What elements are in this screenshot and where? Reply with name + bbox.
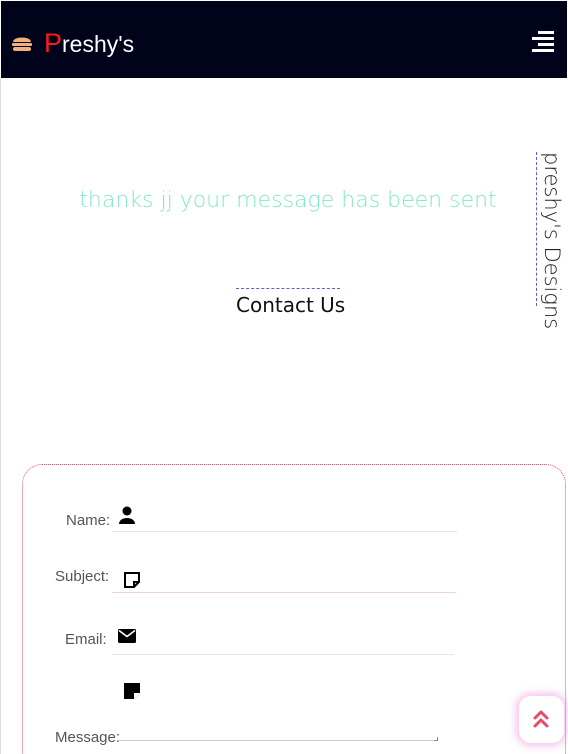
success-message: thanks jj your message has been sent [79,188,497,213]
hamburger-menu-icon[interactable] [532,31,554,52]
note-icon [124,572,140,588]
name-input[interactable] [112,531,457,532]
message-label: Message: [55,729,121,746]
envelope-icon [118,629,136,643]
brand-name: reshy's [62,31,135,57]
top-navbar: Preshy's [0,0,568,79]
brand-initial: P [44,28,63,58]
subject-label: Subject: [55,568,110,585]
scroll-to-top-button[interactable] [519,696,564,743]
sticky-note-icon [124,683,140,699]
burger-icon [12,37,32,51]
user-icon [119,506,135,524]
vertical-brand-text: preshy's Designs [540,152,564,330]
textarea-resize-handle[interactable] [434,737,438,741]
email-label: Email: [65,631,107,648]
message-textarea[interactable] [118,740,438,742]
brand-logo[interactable]: Preshy's [44,28,134,59]
email-input[interactable] [112,654,454,655]
left-border [0,79,1,754]
double-chevron-up-icon [533,710,549,728]
name-label: Name: [66,512,111,529]
contact-heading: Contact Us [236,288,345,317]
vertical-brand-tag: preshy's Designs [536,152,568,329]
contact-form-card [22,464,566,754]
subject-input[interactable] [112,592,456,593]
